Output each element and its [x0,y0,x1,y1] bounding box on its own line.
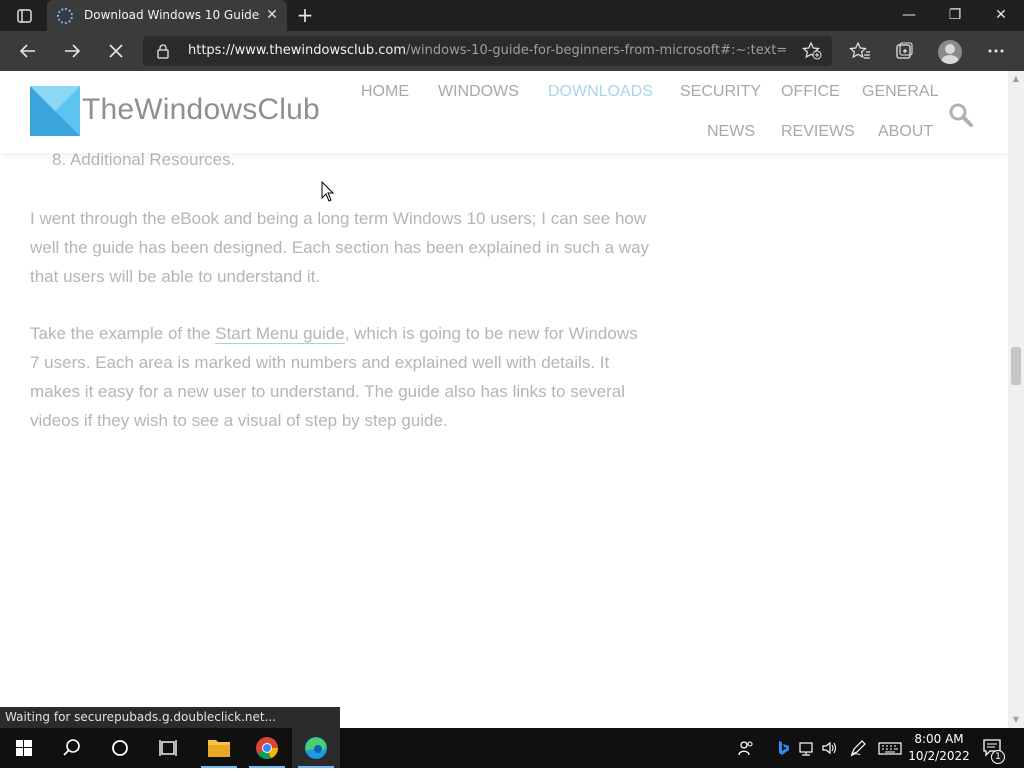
forward-arrow-icon[interactable] [57,37,87,65]
stop-loading-icon[interactable] [101,37,131,65]
browser-title-bar: Download Windows 10 Guides f ✕ + — ❐ ✕ [0,0,1024,31]
browser-toolbar: https://www.thewindowsclub.com/windows-1… [0,31,1024,71]
address-bar[interactable]: https://www.thewindowsclub.com/windows-1… [143,36,832,66]
paragraph-2-text-start: Take the example of the [30,324,216,343]
clock-date: 10/2/2022 [908,749,970,763]
start-menu-guide-link[interactable]: Start Menu guide [215,324,345,344]
scroll-down-arrow-icon[interactable]: ▼ [1012,716,1020,724]
nav-windows[interactable]: WINDOWS [438,83,519,105]
cortana-icon[interactable] [96,728,144,768]
nav-reviews[interactable]: REVIEWS [781,123,855,145]
nav-office[interactable]: OFFICE [781,83,840,105]
nav-home[interactable]: HOME [361,83,409,105]
site-header: TheWindowsClub HOME WINDOWS DOWNLOADS SE… [0,71,1008,153]
more-menu-icon[interactable] [981,37,1011,65]
windows-taskbar: 8:00 AM 10/2/2022 1 [0,728,1024,768]
people-icon[interactable] [736,738,756,758]
notification-count-badge: 1 [991,750,1005,764]
close-window-icon[interactable]: ✕ [978,0,1024,31]
clock-time: 8:00 AM [914,732,964,746]
tab-actions-icon[interactable] [8,5,40,27]
favorites-icon[interactable] [845,37,875,65]
url-path: /windows-10-guide-for-beginners-from-mic… [406,43,788,58]
touch-keyboard-icon[interactable] [877,738,903,758]
volume-icon[interactable] [820,738,840,758]
nav-security[interactable]: SECURITY [680,83,761,105]
new-tab-icon[interactable]: + [294,4,316,26]
tab-title: Download Windows 10 Guides f [84,8,260,22]
restore-window-icon[interactable]: ❐ [932,0,978,31]
add-favorite-icon[interactable] [801,41,823,61]
nav-downloads[interactable]: DOWNLOADS [548,83,653,105]
taskbar-clock[interactable]: 8:00 AM 10/2/2022 [906,731,972,765]
lock-icon[interactable] [155,43,171,59]
file-explorer-icon[interactable] [195,728,243,768]
minimize-window-icon[interactable]: — [886,0,932,31]
nav-about[interactable]: ABOUT [878,123,933,145]
loading-spinner-icon [57,8,73,24]
edge-icon[interactable] [292,728,340,768]
nav-news[interactable]: NEWS [707,123,755,145]
bing-icon[interactable] [773,738,793,758]
mouse-cursor-icon [321,180,335,203]
scroll-up-arrow-icon[interactable]: ▲ [1012,75,1020,83]
search-icon[interactable] [48,728,96,768]
collections-icon[interactable] [889,37,919,65]
site-logo-text[interactable]: TheWindowsClub [82,93,322,129]
pen-workspace-icon[interactable] [848,738,868,758]
article-paragraph-1: I went through the eBook and being a lon… [30,209,650,286]
start-icon[interactable] [0,728,48,768]
site-search-icon[interactable] [948,102,974,128]
close-tab-icon[interactable]: ✕ [263,6,281,24]
browser-tab[interactable]: Download Windows 10 Guides f ✕ [47,0,287,31]
article-paragraph-2: Take the example of the Start Menu guide… [30,319,650,435]
url-text[interactable]: https://www.thewindowsclub.com/windows-1… [188,43,788,61]
web-page: 8. Additional Resources. I went through … [0,71,1008,728]
task-view-icon[interactable] [144,728,192,768]
page-scrollbar[interactable]: ▲ ▼ [1008,71,1024,728]
scroll-thumb[interactable] [1011,347,1021,385]
chrome-icon[interactable] [243,728,291,768]
nav-general[interactable]: GENERAL [862,83,938,105]
browser-status-bar: Waiting for securepubads.g.doubleclick.n… [0,707,340,728]
url-host: https://www.thewindowsclub.com [188,43,407,58]
back-arrow-icon[interactable] [13,37,43,65]
windows-logo-icon[interactable] [30,86,80,136]
network-icon[interactable] [797,738,817,758]
profile-avatar[interactable] [938,40,962,64]
